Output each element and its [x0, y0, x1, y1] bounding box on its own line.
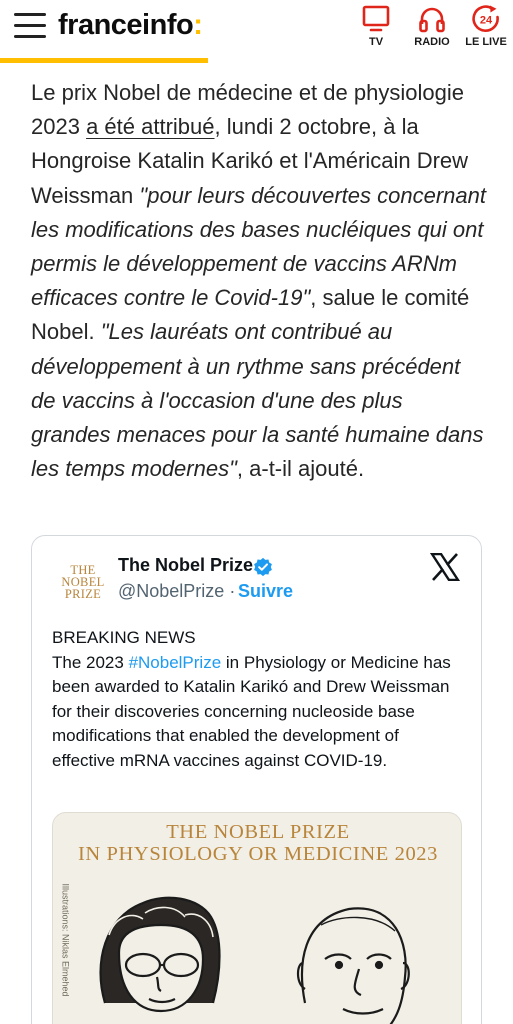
laureate-portraits-illustration [99, 896, 410, 1024]
headphones-icon [419, 7, 445, 33]
portrait-kariko [99, 896, 221, 1013]
article-text: , a-t-il ajouté. [236, 456, 365, 482]
x-logo-icon[interactable] [430, 553, 460, 581]
header-accent-bar [0, 58, 208, 63]
logo-text: franceinfo [58, 9, 194, 41]
hashtag-link[interactable]: #NobelPrize [129, 653, 222, 672]
nav-tv-button[interactable]: TV [348, 4, 404, 52]
franceinfo-logo[interactable]: franceinfo: [58, 9, 203, 42]
verified-badge-icon [254, 557, 272, 577]
article-link[interactable]: a été attribué [86, 114, 214, 139]
nav-radio-button[interactable]: RADIO [404, 4, 460, 52]
live-badge-text: 24 [480, 15, 493, 27]
tweet-media-image[interactable]: THE NOBEL PRIZE IN PHYSIOLOGY OR MEDICIN… [52, 812, 462, 1024]
author-name[interactable]: The Nobel Prize [118, 555, 253, 576]
portrait-weissman [296, 907, 410, 1024]
author-handle: @NobelPrize · [118, 581, 235, 602]
tweet-text-part: The 2023 [52, 652, 129, 672]
avatar-text: PRIZE [64, 587, 102, 601]
menu-bar [14, 35, 46, 38]
menu-bar [14, 13, 46, 16]
nav-radio-label: RADIO [414, 36, 450, 48]
article-paragraph: Le prix Nobel de médecine et de physiolo… [31, 76, 487, 486]
handle-separator: · [229, 581, 236, 601]
tv-icon [362, 5, 390, 32]
nav-live-button[interactable]: 24 LE LIVE [458, 4, 513, 52]
tweet-headline: BREAKING NEWS [52, 628, 196, 647]
follow-button[interactable]: Suivre [238, 581, 293, 602]
tweet-paragraph: The 2023 #NobelPrize in Physiology or Me… [52, 651, 462, 774]
site-header: franceinfo: TV RADIO 24 LE LIVE [0, 0, 513, 62]
tweet-text: BREAKING NEWS The 2023 #NobelPrize in Ph… [52, 626, 462, 774]
handle-text: @NobelPrize [118, 581, 225, 601]
menu-icon[interactable] [14, 12, 46, 40]
logo-colon: : [193, 9, 203, 41]
nav-tv-label: TV [368, 36, 384, 48]
nav-live-label: LE LIVE [465, 36, 507, 48]
live-24-icon: 24 [472, 5, 499, 32]
embedded-tweet[interactable]: THE NOBEL PRIZE The Nobel Prize @NobelPr… [31, 535, 482, 1024]
avatar[interactable]: THE NOBEL PRIZE [55, 558, 111, 614]
menu-bar [14, 24, 46, 27]
